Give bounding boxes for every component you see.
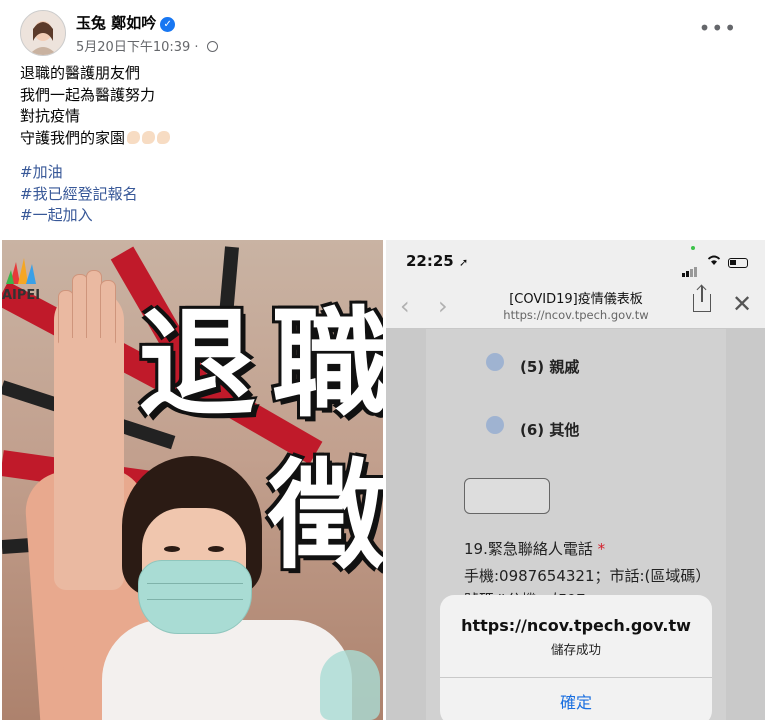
forward-button[interactable]: › xyxy=(438,292,448,320)
status-time: 22:25 ➚ xyxy=(406,252,469,270)
page-url[interactable]: https://ncov.tpech.gov.tw xyxy=(476,308,676,322)
other-text-input[interactable] xyxy=(464,478,550,514)
flexed-biceps-icon xyxy=(157,130,171,144)
browser-nav-bar: ‹ › [COVID19]疫情儀表板 https://ncov.tpech.go… xyxy=(386,284,765,329)
palm xyxy=(54,338,120,382)
close-button[interactable]: ✕ xyxy=(732,290,752,318)
verified-check-icon: ✓ xyxy=(160,17,176,32)
mask-pleat xyxy=(147,583,243,584)
question-label: 19.緊急聯絡人電話 * xyxy=(464,540,606,558)
post-line: 對抗疫情 xyxy=(20,107,81,125)
share-icon[interactable] xyxy=(693,286,711,312)
signal-icon xyxy=(682,258,698,277)
status-bar: 22:25 ➚ xyxy=(386,240,765,284)
more-options-button[interactable]: ••• xyxy=(699,16,737,40)
background-person xyxy=(320,650,380,720)
flexed-biceps-icon xyxy=(127,130,141,144)
alert-dialog: https://ncov.tpech.gov.tw 儲存成功 確定 xyxy=(440,595,712,720)
post-text: 退職的醫護朋友們 我們一起為醫護努力 對抗疫情 守護我們的家園 xyxy=(20,63,171,150)
required-mark: * xyxy=(597,540,606,558)
page-margin xyxy=(726,329,765,720)
hashtags: #加油 #我已經登記報名 #一起加入 xyxy=(20,162,138,227)
eye xyxy=(164,546,180,552)
hashtag-link[interactable]: #我已經登記報名 xyxy=(20,184,138,206)
avatar[interactable] xyxy=(20,10,66,56)
author-name[interactable]: 玉兔 鄭如吟 ✓ xyxy=(76,12,176,33)
back-button[interactable]: ‹ xyxy=(400,292,410,320)
raised-hand xyxy=(50,270,126,382)
option-label[interactable]: (5) 親戚 xyxy=(520,356,579,377)
face-mask xyxy=(138,560,252,634)
flexed-biceps-icon xyxy=(142,130,156,144)
post-timestamp[interactable]: 5月20日下午10:39 xyxy=(76,40,190,55)
battery-icon xyxy=(728,258,748,268)
taipei-logo-icon xyxy=(6,258,36,284)
hashtag-link[interactable]: #加油 xyxy=(20,162,138,184)
wifi-icon xyxy=(706,254,722,270)
logo-text: AIPEI xyxy=(2,288,41,303)
alert-ok-button[interactable]: 確定 xyxy=(440,689,712,713)
meta-separator: · xyxy=(194,40,199,55)
alert-message: 儲存成功 xyxy=(550,642,601,657)
camera-indicator xyxy=(691,246,695,250)
post-header: 玉兔 鄭如吟 ✓ 5月20日下午10:39 · ••• xyxy=(20,10,745,56)
phone-screenshot[interactable]: 22:25 ➚ ‹ › [COVID19]疫情儀表板 https://ncov.… xyxy=(386,240,765,720)
radio-button[interactable] xyxy=(486,416,504,434)
option-label[interactable]: (6) 其他 xyxy=(520,419,579,440)
poster-image[interactable]: AIPEI 退 職 徵 xyxy=(2,240,383,720)
alert-divider xyxy=(440,677,712,678)
page-margin xyxy=(386,329,426,720)
poster-char: 退 xyxy=(138,294,257,433)
mask-pleat xyxy=(147,599,243,600)
alert-title: https://ncov.tpech.gov.tw xyxy=(461,616,691,635)
eye xyxy=(208,546,224,552)
page-title: [COVID19]疫情儀表板 xyxy=(509,292,643,307)
location-arrow-icon: ➚ xyxy=(458,256,469,269)
nurse-uniform xyxy=(102,620,352,720)
poster-char: 職 xyxy=(272,294,383,433)
post-line: 我們一起為醫護努力 xyxy=(20,85,156,104)
post-line-last: 守護我們的家園 xyxy=(20,128,171,150)
globe-icon xyxy=(206,41,218,52)
post-meta: 5月20日下午10:39 · xyxy=(76,36,218,55)
poster-char: 徵 xyxy=(268,446,383,585)
hashtag-link[interactable]: #一起加入 xyxy=(20,205,138,227)
avatar-image xyxy=(21,11,65,55)
radio-button[interactable] xyxy=(486,353,504,371)
post-line: 退職的醫護朋友們 xyxy=(20,64,141,82)
